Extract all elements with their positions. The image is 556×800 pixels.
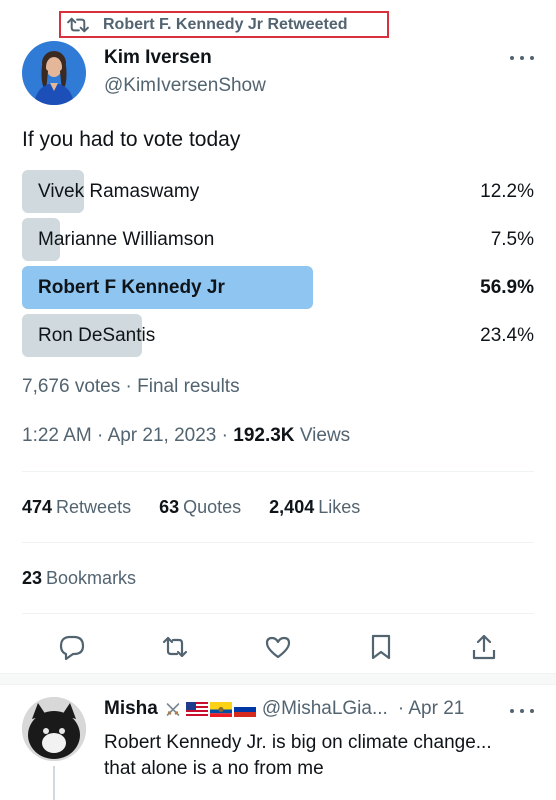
russia-flag-icon (233, 701, 256, 717)
poll-votes: 7,676 votes (22, 376, 121, 397)
reply-header: Misha @MishaLGia... · Apr 21 (104, 698, 464, 720)
reply-icon[interactable] (58, 633, 86, 661)
reply-text: Robert Kennedy Jr. is big on climate cha… (104, 732, 492, 779)
thread-line (53, 766, 55, 800)
poll-option: Vivek Ramaswamy 12.2% (22, 170, 534, 213)
poll-option-percent: 23.4% (480, 325, 534, 346)
reply-name-emoji (162, 701, 256, 717)
more-options-icon[interactable] (510, 54, 534, 62)
tweet-timestamp[interactable]: 1:22 AM · Apr 21, 2023 · 192.3K Views (22, 425, 350, 447)
poll-separator: · (125, 376, 138, 397)
views-label: Views (299, 425, 351, 446)
share-icon[interactable] (470, 633, 498, 661)
engagement-stats: 474 Retweets 63 Quotes 2,404 Likes (22, 497, 360, 518)
author-avatar[interactable] (22, 41, 86, 105)
likes-stat[interactable]: 2,404 Likes (269, 497, 360, 518)
reply-date[interactable]: · Apr 21 (398, 698, 465, 720)
reply-avatar[interactable] (22, 697, 86, 761)
divider (22, 542, 534, 543)
tweet-text: If you had to vote today (22, 128, 241, 151)
action-bar (58, 633, 498, 661)
retweet-banner[interactable]: Robert F. Kennedy Jr Retweeted (59, 11, 389, 38)
poll-status: Final results (137, 376, 240, 397)
reply-author-name[interactable]: Misha (104, 698, 158, 720)
reply-author-handle[interactable]: @MishaLGia... (262, 698, 388, 720)
more-options-icon[interactable] (510, 707, 534, 715)
poll-option: Ron DeSantis 23.4% (22, 314, 534, 357)
poll-option-label: Marianne Williamson (38, 229, 215, 250)
retweet-icon (67, 17, 89, 32)
divider (22, 471, 534, 472)
poll-option-label: Robert F Kennedy Jr (38, 277, 225, 298)
author-handle[interactable]: @KimIversenShow (104, 75, 266, 97)
tweet-date: Apr 21, 2023 (107, 425, 217, 446)
poll-option-percent: 7.5% (490, 229, 534, 250)
quotes-stat[interactable]: 63 Quotes (159, 497, 241, 518)
bookmark-icon[interactable] (367, 633, 395, 661)
divider (22, 613, 534, 614)
section-separator (0, 673, 556, 685)
poll-option-label: Ron DeSantis (38, 325, 156, 346)
poll-meta: 7,676 votes · Final results (22, 376, 240, 398)
poll-option-percent: 56.9% (480, 277, 534, 298)
retweets-stat[interactable]: 474 Retweets (22, 497, 131, 518)
poll-option-percent: 12.2% (480, 181, 534, 202)
bookmarks-stat[interactable]: 23 Bookmarks (22, 568, 136, 589)
poll: Vivek Ramaswamy 12.2% Marianne Williamso… (22, 170, 534, 362)
crossed-swords-icon (166, 702, 180, 716)
like-icon[interactable] (264, 633, 292, 661)
tweet-time: 1:22 AM (22, 425, 92, 446)
poll-option: Robert F Kennedy Jr 56.9% (22, 266, 534, 309)
poll-option-label: Vivek Ramaswamy (38, 181, 200, 202)
us-flag-icon (185, 701, 208, 717)
views-count: 192.3K (233, 425, 295, 446)
ecuador-flag-icon (209, 701, 232, 717)
retweet-banner-text: Robert F. Kennedy Jr Retweeted (103, 15, 348, 33)
author-name[interactable]: Kim Iversen (104, 47, 212, 69)
poll-option: Marianne Williamson 7.5% (22, 218, 534, 261)
retweet-icon[interactable] (161, 633, 189, 661)
